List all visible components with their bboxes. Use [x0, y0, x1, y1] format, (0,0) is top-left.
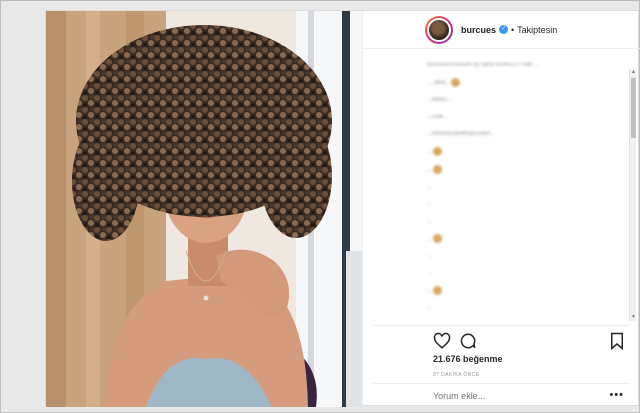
emoji-icon	[433, 234, 443, 244]
post-time: 37 DAKİKA ÖNCE	[433, 372, 480, 378]
verified-badge-icon: ✓	[499, 25, 509, 34]
bookmark-icon[interactable]	[608, 332, 626, 350]
comment-input[interactable]	[433, 391, 573, 401]
action-bar	[373, 325, 630, 350]
comment-item: burcuesmuseum ey sana BURCU • nak ...	[427, 61, 627, 69]
comment-text: ...	[427, 201, 433, 208]
comment-item: ...	[427, 304, 627, 312]
comment-text: ...mlnesendoffevpuzelm...	[427, 131, 496, 138]
comment-item: ... atea...	[427, 78, 627, 87]
follow-status[interactable]: Takiptesin	[517, 25, 557, 35]
comment-item: ...	[427, 269, 627, 277]
emoji-icon	[433, 286, 443, 296]
comment-text: ...	[427, 253, 433, 260]
comment-text: burcuesmuseum ey sana BURCU • nak ...	[427, 62, 539, 68]
emoji-icon	[433, 165, 443, 175]
comment-text: ...	[427, 236, 433, 243]
comment-item: ...	[427, 217, 627, 225]
post-header: burcues ✓ • Takiptesin	[363, 11, 640, 49]
comment-item: ...	[427, 165, 627, 175]
comment-text: ...	[427, 167, 433, 174]
post-photo-image	[46, 11, 362, 407]
emoji-icon	[433, 147, 443, 157]
comment-item: ...	[427, 252, 627, 260]
comment-text: ...	[427, 305, 433, 312]
comment-item: ...	[427, 286, 627, 296]
comment-text: ...ciae...	[427, 114, 449, 121]
comments-scrollbar[interactable]: ▲ ▼	[629, 69, 636, 321]
username-link[interactable]: burcues	[461, 25, 496, 35]
emoji-icon	[451, 78, 461, 87]
post-sidebar: burcues ✓ • Takiptesin burcuesmuseum ey …	[362, 11, 640, 407]
heart-icon[interactable]	[433, 332, 451, 350]
comment-item: ...	[427, 234, 627, 244]
comment-text: ...	[427, 270, 433, 277]
comment-text: ... atea...	[427, 80, 451, 87]
comments-list: burcuesmuseum ey sana BURCU • nak ......…	[373, 61, 627, 323]
header-separator: •	[511, 24, 515, 35]
add-comment-bar: •••	[373, 383, 630, 407]
avatar[interactable]	[425, 16, 453, 44]
likes-count[interactable]: 21.676 beğenme	[433, 354, 503, 364]
avatar-image	[427, 18, 451, 42]
header-text: burcues ✓ • Takiptesin	[461, 25, 557, 35]
comment-text: ...	[427, 288, 433, 295]
comment-text: ...	[427, 149, 433, 156]
comment-text: ...	[427, 184, 433, 191]
comment-text: ...lebes...	[427, 97, 452, 104]
scroll-down-arrow-icon[interactable]: ▼	[630, 314, 637, 321]
comment-text: ...	[427, 218, 433, 225]
comment-item: ...ciae...	[427, 113, 627, 121]
comment-item: ...	[427, 147, 627, 157]
comment-item: ...	[427, 200, 627, 208]
comment-icon[interactable]	[459, 332, 477, 350]
more-options-icon[interactable]: •••	[609, 389, 624, 401]
comment-item: ...mlnesendoffevpuzelm...	[427, 130, 627, 138]
scroll-up-arrow-icon[interactable]: ▲	[630, 69, 637, 76]
post-photo[interactable]	[46, 11, 362, 407]
instagram-post: burcues ✓ • Takiptesin burcuesmuseum ey …	[45, 10, 640, 407]
scroll-thumb[interactable]	[631, 78, 636, 138]
comment-item: ...lebes...	[427, 96, 627, 104]
comment-item: ...	[427, 183, 627, 191]
